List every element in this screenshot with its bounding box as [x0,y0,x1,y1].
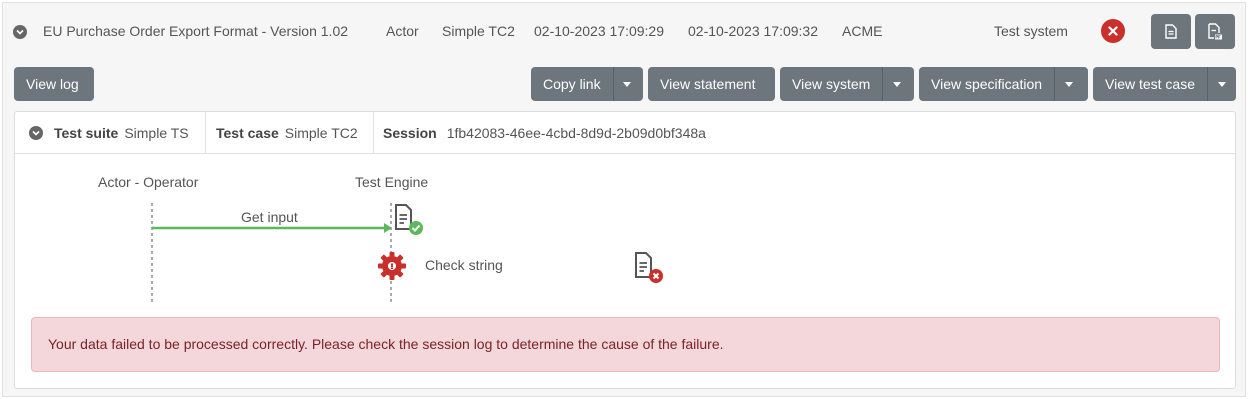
divider [205,112,206,154]
gear-error-icon[interactable] [377,251,407,286]
test-case-field: Test case Simple TC2 [216,112,358,154]
copy-link-label: Copy link [543,76,601,92]
message-label-get-input: Get input [241,209,298,225]
session-header-row[interactable]: EU Purchase Order Export Format - Versio… [3,3,1247,63]
sequence-diagram: Actor - Operator Test Engine Get input C… [15,155,1235,305]
view-log-button[interactable]: View log [14,67,94,101]
copy-link-button[interactable]: Copy link [531,67,643,101]
test-suite-label: Test suite [54,125,119,141]
document-error-icon[interactable] [633,251,667,290]
organisation-name: ACME [842,23,883,39]
session-label: Session [383,125,437,141]
caret-down-icon[interactable] [882,67,910,101]
session-id-field: Session 1fb42083-46ee-4cbd-8d9d-2b09d0bf3… [383,112,706,154]
start-time: 02-10-2023 17:09:29 [534,23,664,39]
pdf-icon [1208,23,1222,40]
chevron-down-icon[interactable] [29,126,43,140]
chevron-down-icon[interactable] [13,25,27,39]
view-test-case-label: View test case [1105,76,1196,92]
failed-status-icon [1101,19,1125,43]
message-label-check-string: Check string [425,257,503,273]
export-report-button[interactable] [1151,14,1191,49]
failure-alert: Your data failed to be processed correct… [31,317,1220,372]
document-icon [1165,24,1177,39]
session-details-box: Test suite Simple TS Test case Simple TC2 … [14,111,1236,389]
specification-title: EU Purchase Order Export Format - Versio… [43,23,349,39]
end-time: 02-10-2023 17:09:32 [688,23,818,39]
test-suite-value: Simple TS [124,125,189,141]
test-case-name: Simple TC2 [442,23,515,39]
test-suite-field: Test suite Simple TS [54,112,189,154]
view-system-button[interactable]: View system [780,67,914,101]
system-name: Test system [994,23,1068,39]
diagram-canvas [151,203,392,303]
divider [373,112,374,154]
view-specification-label: View specification [931,76,1043,92]
test-case-value: Simple TC2 [284,125,358,141]
caret-down-icon[interactable] [1207,67,1235,101]
view-test-case-button[interactable]: View test case [1093,67,1236,101]
view-system-label: View system [792,76,871,92]
document-success-icon[interactable] [393,203,427,242]
export-pdf-button[interactable] [1195,14,1235,49]
session-id-value: 1fb42083-46ee-4cbd-8d9d-2b09d0bf348a [446,125,706,141]
actor-name: Actor [386,23,419,39]
arrow-head [384,223,392,233]
test-case-label: Test case [216,125,279,141]
caret-down-icon[interactable] [612,67,641,101]
view-statement-button[interactable]: View statement [648,67,775,101]
view-specification-button[interactable]: View specification [919,67,1088,101]
test-session-panel: EU Purchase Order Export Format - Versio… [2,2,1246,397]
session-summary-bar[interactable]: Test suite Simple TS Test case Simple TC2 … [15,112,1235,154]
caret-down-icon[interactable] [1054,67,1082,101]
